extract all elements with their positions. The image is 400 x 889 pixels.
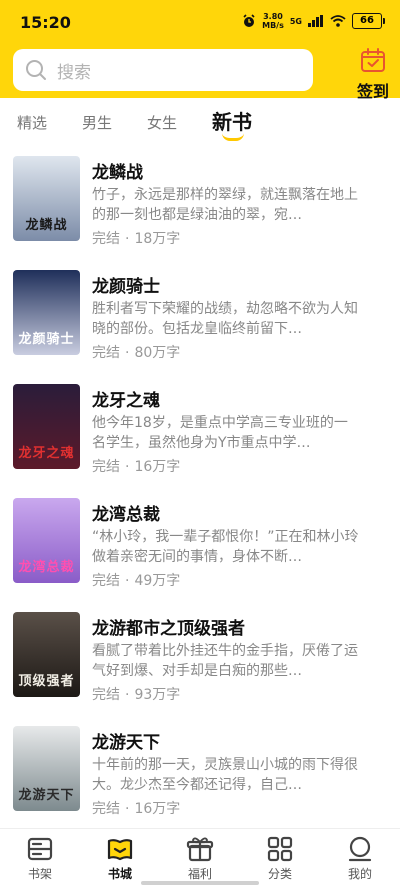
book-title[interactable]: 龙游天下 — [92, 728, 160, 753]
meta-separator: · — [125, 345, 130, 361]
book-title[interactable]: 龙湾总裁 — [92, 500, 160, 525]
book-item[interactable]: 龙湾总裁 龙湾总裁 “林小玲，我一辈子都恨你！”正在和林小玲做着亲密无间的事情，身体… — [0, 488, 400, 602]
book-cover[interactable]: 龙牙之魂 — [13, 384, 80, 469]
meta-separator: · — [125, 573, 130, 589]
book-title[interactable]: 龙颜骑士 — [92, 272, 160, 297]
book-meta: 完结 · 49万字 — [92, 570, 180, 590]
home-indicator — [141, 881, 259, 885]
meta-separator: · — [125, 687, 130, 703]
book-status: 完结 — [92, 573, 120, 589]
status-time: 15:20 — [20, 13, 71, 32]
book-item[interactable]: 龙游天下 龙游天下 十年前的那一天，灵族景山小城的雨下得很大。龙少杰至今都还记得，自… — [0, 716, 400, 830]
gift-icon — [186, 837, 214, 862]
book-meta: 完结 · 18万字 — [92, 228, 180, 248]
category-tabs: 精选 男生 女生 新书 — [0, 98, 400, 146]
calendar-check-icon — [361, 48, 385, 72]
tab-female[interactable]: 女生 — [147, 112, 177, 133]
book-description: 十年前的那一天，灵族景山小城的雨下得很大。龙少杰至今都还记得，自己… — [92, 757, 358, 793]
book-description: 竹子，永远是那样的翠绿，就连飘落在地上的那一刻也都是绿油油的翠，宛… — [92, 187, 358, 223]
book-item[interactable]: 龙颜骑士 龙颜骑士 胜利者写下荣耀的战绩，劫忽略不欲为人知晓的部份。包括龙皇临终前留… — [0, 260, 400, 374]
book-word-count: 18万字 — [134, 231, 181, 247]
book-description: 胜利者写下荣耀的战绩，劫忽略不欲为人知晓的部份。包括龙皇临终前留下… — [92, 301, 358, 337]
wifi-icon — [330, 15, 346, 27]
net-speed: 3.80 MB/s — [262, 12, 284, 30]
book-word-count: 93万字 — [134, 687, 181, 703]
tab-male[interactable]: 男生 — [82, 112, 112, 133]
book-status: 完结 — [92, 345, 120, 361]
book-meta: 完结 · 93万字 — [92, 684, 180, 704]
book-cover-text: 顶级强者 — [18, 674, 75, 689]
book-meta: 完结 · 16万字 — [92, 798, 180, 818]
nav-bookstore[interactable]: 书城 — [90, 835, 150, 882]
book-cover[interactable]: 龙湾总裁 — [13, 498, 80, 583]
search-icon — [26, 60, 46, 80]
book-cover-text: 龙牙之魂 — [18, 446, 75, 461]
book-description: “林小玲，我一辈子都恨你！”正在和林小玲做着亲密无间的事情，身体不断… — [92, 529, 359, 565]
book-cover-text: 龙颜骑士 — [18, 332, 75, 347]
book-title[interactable]: 龙游都市之顶级强者 — [92, 614, 245, 639]
alarm-icon — [243, 14, 255, 27]
status-icons: 3.80 MB/s 5G 66 — [242, 12, 385, 30]
book-cover[interactable]: 龙游天下 — [13, 726, 80, 811]
book-cover[interactable]: 龙颜骑士 — [13, 270, 80, 355]
book-word-count: 80万字 — [134, 345, 181, 361]
category-icon — [267, 836, 293, 862]
book-description: 他今年18岁，是重点中学高三专业班的一名学生，虽然他身为Y市重点中学… — [92, 415, 348, 451]
nav-label-profile: 我的 — [347, 867, 372, 881]
book-item[interactable]: 龙鳞战 龙鳞战 竹子，永远是那样的翠绿，就连飘落在地上的那一刻也都是绿油油的翠，宛…… — [0, 146, 400, 260]
nav-label-bookshelf: 书架 — [27, 867, 52, 881]
book-word-count: 16万字 — [134, 459, 181, 475]
bookshelf-icon — [27, 837, 53, 861]
book-status: 完结 — [92, 459, 120, 475]
nav-profile[interactable]: 我的 — [330, 835, 390, 882]
book-item[interactable]: 顶级强者 龙游都市之顶级强者看腻了带着比外挂还牛的金手指，厌倦了运气好到爆、对手却… — [0, 602, 400, 716]
tab-new-books[interactable]: 新书 — [212, 106, 252, 135]
book-cover-text: 龙游天下 — [18, 788, 75, 803]
book-cover[interactable]: 龙鳞战 — [13, 156, 80, 241]
book-title[interactable]: 龙牙之魂 — [92, 386, 160, 411]
book-word-count: 49万字 — [134, 573, 181, 589]
tab-featured[interactable]: 精选 — [17, 112, 47, 133]
bottom-nav: 书架 书城 福利 分类 我的 — [0, 828, 400, 889]
nav-welfare[interactable]: 福利 — [170, 835, 230, 882]
book-cover-text: 龙湾总裁 — [18, 560, 75, 575]
nav-bookshelf[interactable]: 书架 — [10, 835, 70, 882]
book-title[interactable]: 龙鳞战 — [92, 158, 143, 183]
net-speed-unit: MB/s — [262, 21, 284, 30]
meta-separator: · — [125, 459, 130, 475]
book-meta: 完结 · 80万字 — [92, 342, 180, 362]
net-speed-value: 3.80 — [263, 12, 283, 21]
network-type: 5G — [289, 16, 302, 26]
nav-category[interactable]: 分类 — [250, 835, 310, 882]
book-meta: 完结 · 16万字 — [92, 456, 180, 476]
nav-label-welfare: 福利 — [187, 867, 212, 881]
book-word-count: 16万字 — [134, 801, 181, 817]
book-item[interactable]: 龙牙之魂 龙牙之魂 他今年18岁，是重点中学高三专业班的一名学生，虽然他身为Y市重点… — [0, 374, 400, 488]
search-placeholder: 搜索 — [57, 62, 91, 83]
app-header: 15:20 3.80 MB/s 5G 66 搜索 签到 — [0, 0, 400, 101]
book-cover[interactable]: 顶级强者 — [13, 612, 80, 697]
book-description: 看腻了带着比外挂还牛的金手指，厌倦了运气好到爆、对手却是白痴的那些… — [92, 643, 358, 679]
book-cover-text: 龙鳞战 — [25, 218, 68, 233]
search-input[interactable]: 搜索 — [13, 49, 313, 91]
battery-indicator: 66 — [352, 13, 385, 29]
status-bar: 15:20 3.80 MB/s 5G 66 — [0, 0, 400, 48]
book-status: 完结 — [92, 231, 120, 247]
bookstore-icon — [107, 839, 133, 861]
nav-label-category: 分类 — [267, 867, 292, 881]
book-status: 完结 — [92, 801, 120, 817]
signin-button[interactable]: 签到 — [352, 48, 394, 101]
profile-icon — [348, 836, 372, 862]
signal-icon — [308, 15, 323, 27]
nav-label-bookstore: 书城 — [107, 867, 132, 881]
meta-separator: · — [125, 231, 130, 247]
book-status: 完结 — [92, 687, 120, 703]
meta-separator: · — [125, 801, 130, 817]
